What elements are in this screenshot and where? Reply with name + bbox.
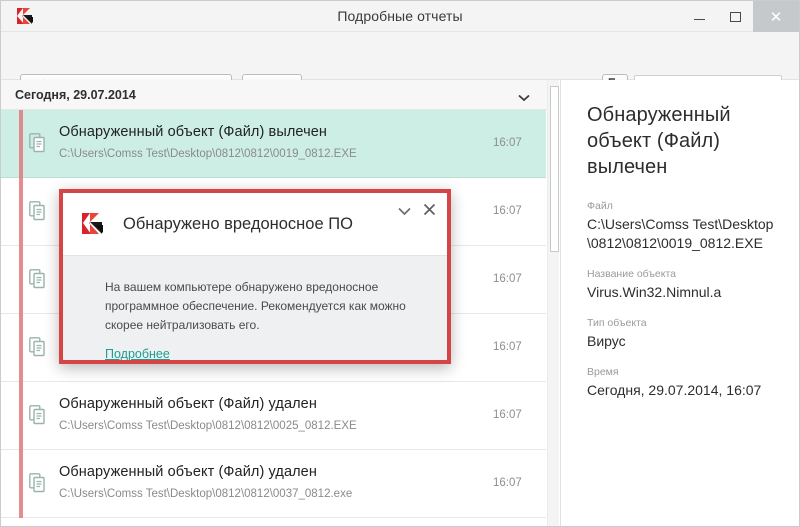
detail-field-label: Файл	[587, 200, 613, 212]
toolbar: ⚡ Обнаруженные объекты День	[1, 32, 799, 101]
detail-fields: Файл C:\Users\Comss Test\Desktop\0812\081…	[587, 200, 781, 400]
row-path: C:\Users\Comss Test\Desktop\0812\0812\00…	[59, 488, 353, 500]
row-title: Обнаруженный объект (Файл) удален	[59, 396, 317, 412]
detail-field-label: Время	[587, 366, 619, 378]
minimize-button[interactable]	[681, 1, 717, 32]
scrollbar-thumb[interactable]	[550, 86, 559, 252]
detail-field: Файл C:\Users\Comss Test\Desktop\0812\081…	[587, 200, 781, 253]
date-group-header[interactable]: Сегодня, 29.07.2014	[1, 80, 559, 110]
detail-field: Тип объекта Вирус	[587, 317, 781, 351]
row-time: 16:07	[493, 273, 522, 285]
row-title: Обнаруженный объект (Файл) вылечен	[59, 124, 328, 140]
window-title: Подробные отчеты	[337, 8, 463, 24]
row-time: 16:07	[493, 477, 522, 489]
detail-panel: Обнаруженный объект (Файл) вылечен Файл C…	[560, 80, 799, 526]
row-time: 16:07	[493, 137, 522, 149]
list-scrollbar[interactable]	[547, 80, 559, 526]
detail-field-value: C:\Users\Comss Test\Desktop\0812\0812\00…	[587, 216, 774, 251]
table-row[interactable]: Обнаруженный объект (Файл) вылечен C:\Use…	[1, 110, 546, 178]
severity-marker	[19, 178, 23, 246]
kaspersky-logo-icon	[79, 211, 107, 238]
severity-marker	[19, 382, 23, 450]
row-title: Обнаруженный объект (Файл) удален	[59, 464, 317, 480]
maximize-button[interactable]	[717, 1, 753, 32]
close-button[interactable]: ✕	[753, 1, 799, 32]
detail-field-label: Тип объекта	[587, 317, 647, 329]
severity-marker	[19, 450, 23, 518]
detail-field-value: Virus.Win32.Nimnul.a	[587, 284, 722, 300]
table-row[interactable]: Обнаруженный объект (Файл) удален C:\User…	[1, 450, 546, 518]
popup-title: Обнаружено вредоносное ПО	[123, 214, 353, 233]
copy-icon	[29, 337, 46, 362]
copy-icon	[29, 269, 46, 294]
detail-field-label: Название объекта	[587, 268, 676, 280]
row-path: C:\Users\Comss Test\Desktop\0812\0812\00…	[59, 420, 357, 432]
detail-field-value: Вирус	[587, 333, 626, 349]
detailed-reports-window: Подробные отчеты ✕ ⚡ Обнаруженные объект…	[0, 0, 800, 527]
chevron-down-icon[interactable]	[518, 89, 530, 107]
detail-title: Обнаруженный объект (Файл) вылечен	[587, 104, 731, 178]
copy-icon	[29, 201, 46, 226]
popup-body: На вашем компьютере обнаружено вредоносн…	[63, 256, 447, 361]
malware-alert-popup[interactable]: Обнаружено вредоносное ПО На вашем компь…	[59, 189, 451, 364]
popup-details-link[interactable]: Подробнее	[105, 347, 170, 361]
row-path: C:\Users\Comss Test\Desktop\0812\0812\00…	[59, 148, 357, 160]
row-time: 16:07	[493, 205, 522, 217]
table-row[interactable]: Обнаруженный объект (Файл) удален C:\User…	[1, 382, 546, 450]
copy-icon	[29, 405, 46, 430]
severity-marker	[19, 314, 23, 382]
popup-controls	[398, 203, 436, 221]
window-controls: ✕	[681, 1, 799, 32]
close-icon[interactable]	[423, 203, 436, 221]
row-time: 16:07	[493, 409, 522, 421]
title-bar: Подробные отчеты ✕	[1, 1, 799, 32]
date-group-label: Сегодня, 29.07.2014	[15, 87, 136, 102]
copy-icon	[29, 473, 46, 498]
detail-field-value: Сегодня, 29.07.2014, 16:07	[587, 382, 762, 398]
copy-icon	[29, 133, 46, 158]
severity-marker	[19, 246, 23, 314]
row-time: 16:07	[493, 341, 522, 353]
detail-field: Время Сегодня, 29.07.2014, 16:07	[587, 366, 781, 400]
popup-message: На вашем компьютере обнаружено вредоносн…	[105, 280, 406, 332]
popup-header: Обнаружено вредоносное ПО	[63, 193, 447, 256]
severity-marker	[19, 110, 23, 178]
chevron-down-icon[interactable]	[398, 203, 411, 221]
detail-field: Название объекта Virus.Win32.Nimnul.a	[587, 268, 781, 302]
